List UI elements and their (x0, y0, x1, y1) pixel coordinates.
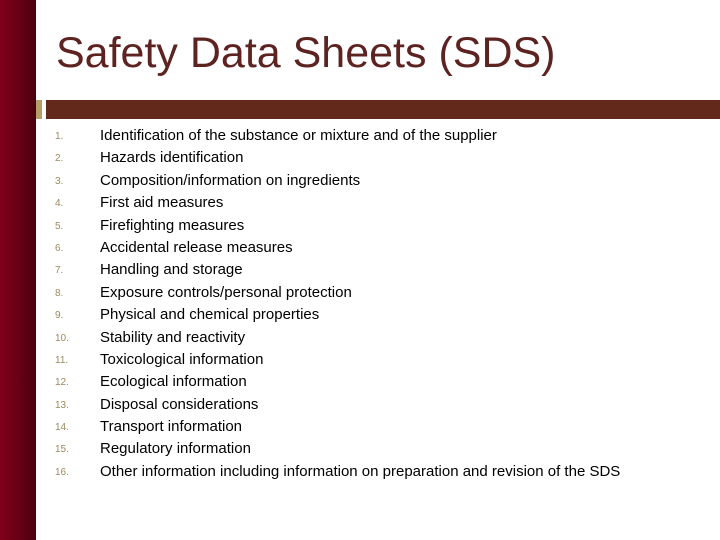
item-number: 4. (55, 198, 64, 210)
title-underline-bar (46, 100, 720, 119)
item-number: 8. (55, 287, 64, 299)
item-text: Firefighting measures (100, 216, 245, 234)
item-number: 7. (55, 265, 64, 277)
item-text: Disposal considerations (100, 395, 259, 413)
item-text: Ecological information (100, 373, 247, 391)
item-number: 3. (55, 175, 64, 187)
item-text: Other information including information … (100, 462, 621, 480)
item-text: Hazards identification (100, 149, 244, 167)
item-number: 10. (55, 332, 69, 344)
sidebar-decoration (0, 0, 36, 540)
item-number: 16. (55, 466, 69, 478)
accent-square (36, 100, 42, 119)
item-text: Accidental release measures (100, 238, 293, 256)
item-text: Handling and storage (100, 261, 243, 279)
item-text: Composition/information on ingredients (100, 171, 361, 189)
item-number: 9. (55, 310, 64, 322)
item-text: Physical and chemical properties (100, 306, 320, 324)
item-text: Regulatory information (100, 440, 251, 458)
item-number: 6. (55, 242, 64, 254)
item-number: 12. (55, 377, 69, 389)
item-number: 15. (55, 444, 69, 456)
item-number: 14. (55, 422, 69, 434)
item-number: 5. (55, 220, 64, 232)
item-text: First aid measures (100, 194, 224, 212)
item-text: Toxicological information (100, 350, 264, 368)
item-number: 11. (55, 354, 69, 366)
item-number: 2. (55, 153, 64, 165)
item-text: Identification of the substance or mixtu… (100, 127, 497, 144)
item-number: 13. (55, 399, 69, 411)
item-text: Exposure controls/personal protection (100, 283, 352, 301)
item-text: Stability and reactivity (100, 328, 246, 346)
item-number: 1. (55, 131, 64, 142)
slide-title: Safety Data Sheets (SDS) (56, 29, 556, 77)
item-text: Transport information (100, 418, 243, 436)
